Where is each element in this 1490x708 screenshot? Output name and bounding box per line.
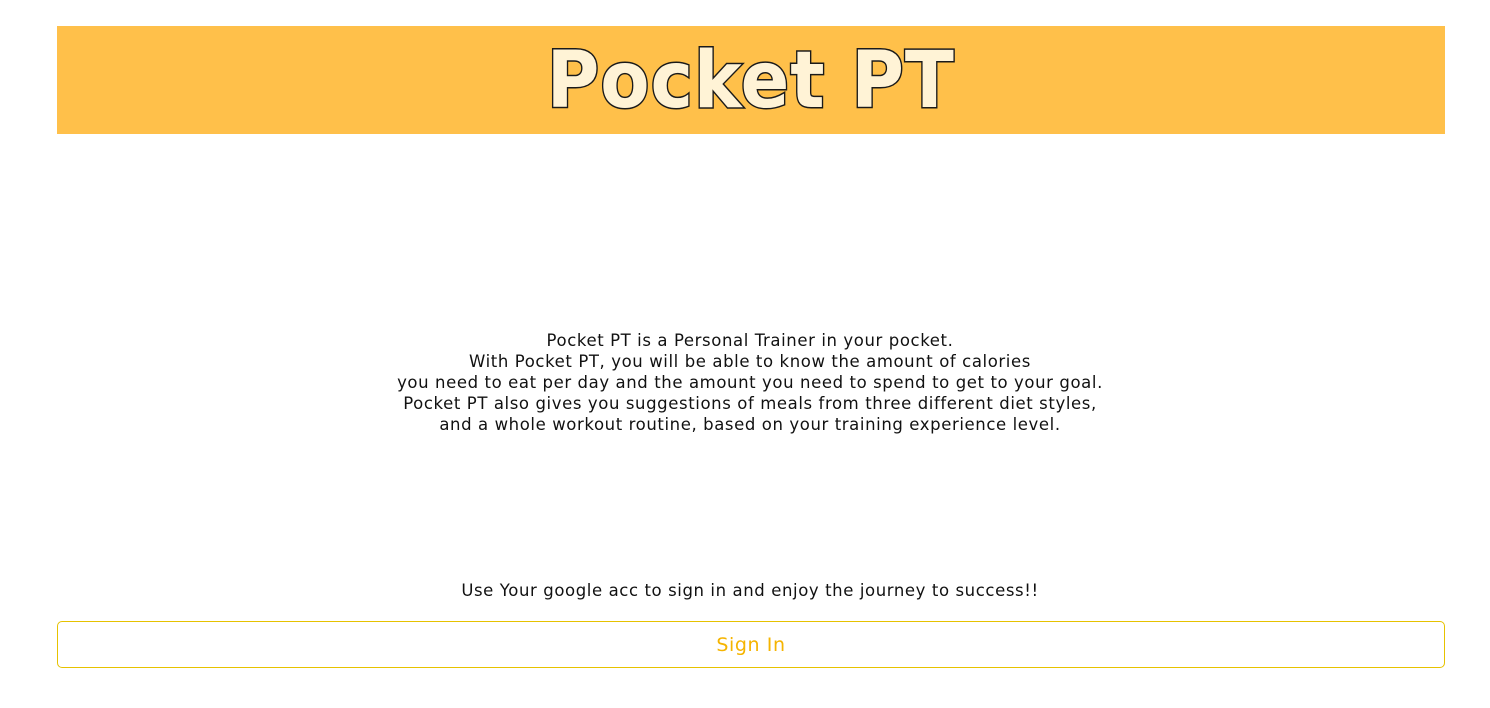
app-description: Pocket PT is a Personal Trainer in your …: [0, 330, 1490, 435]
description-line: you need to eat per day and the amount y…: [397, 373, 1103, 392]
description-line: Pocket PT is a Personal Trainer in your …: [546, 331, 954, 350]
description-line: With Pocket PT, you will be able to know…: [469, 352, 1031, 371]
sign-in-button[interactable]: Sign In: [57, 621, 1445, 668]
description-line: and a whole workout routine, based on yo…: [439, 415, 1061, 434]
app-logo-title: Pocket PT: [546, 36, 956, 126]
description-line: Pocket PT also gives you suggestions of …: [403, 394, 1097, 413]
app-header: Pocket PT: [57, 26, 1445, 134]
signin-prompt: Use Your google acc to sign in and enjoy…: [461, 581, 1039, 600]
sign-in-button-label: Sign In: [716, 633, 786, 656]
